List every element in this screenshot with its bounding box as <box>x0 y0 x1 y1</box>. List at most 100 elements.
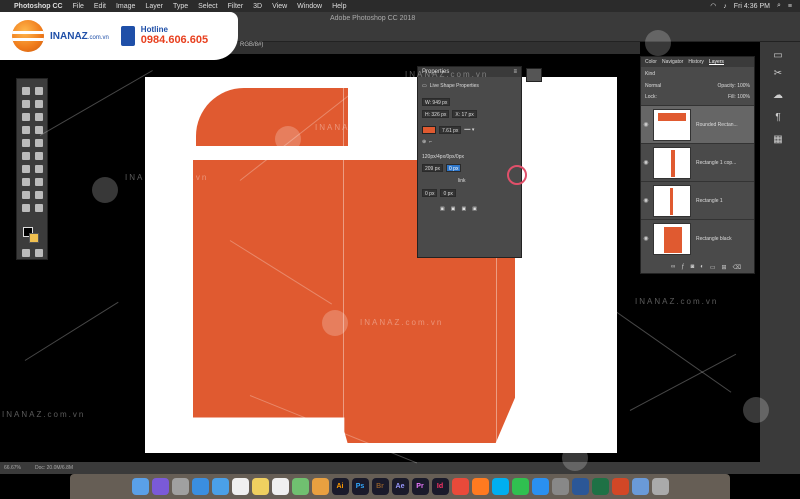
dock-pr-icon[interactable]: Pr <box>411 478 429 495</box>
lasso-tool-icon[interactable] <box>22 100 30 108</box>
visibility-eye-icon[interactable]: ◉ <box>641 121 651 128</box>
dock-safari-icon[interactable] <box>191 478 209 495</box>
menu-3d[interactable]: 3D <box>253 3 262 10</box>
quick-mask-icon[interactable] <box>22 249 30 257</box>
dock-ps-icon[interactable]: Ps <box>351 478 369 495</box>
dock-notes-icon[interactable] <box>251 478 269 495</box>
dock-chrome-icon[interactable] <box>451 478 469 495</box>
menu-list-icon[interactable]: ≡ <box>788 3 792 10</box>
blend-mode-dropdown[interactable]: Normal <box>645 83 661 89</box>
menu-image[interactable]: Image <box>116 3 135 10</box>
menu-file[interactable]: File <box>73 3 84 10</box>
opacity-field[interactable]: Opacity: 100% <box>717 83 750 89</box>
zoom-level[interactable]: 66.67% <box>4 465 21 471</box>
type-tool-icon[interactable] <box>35 178 43 186</box>
x-field[interactable]: X: 17 px <box>452 110 477 118</box>
link-radius-toggle[interactable]: link <box>458 178 466 184</box>
adjustment-icon[interactable]: ◐ <box>700 264 704 271</box>
layer-name[interactable]: Rounded Rectan... <box>696 122 738 128</box>
tab-layers[interactable]: Layers <box>708 59 724 65</box>
dock-mail-icon[interactable] <box>211 478 229 495</box>
trash-icon[interactable]: ⌫ <box>733 264 741 271</box>
styles-icon[interactable]: ▦ <box>770 134 786 146</box>
dock-photos-icon[interactable] <box>311 478 329 495</box>
history-icon[interactable]: ▭ <box>770 50 786 62</box>
magic-wand-icon[interactable] <box>35 100 43 108</box>
menu-help[interactable]: Help <box>332 3 346 10</box>
fill-color-swatch[interactable] <box>422 126 436 134</box>
screen-mode-icon[interactable] <box>35 249 43 257</box>
dock-settings-icon[interactable] <box>551 478 569 495</box>
paragraph-icon[interactable]: ¶ <box>770 112 786 124</box>
layer-name[interactable]: Rectangle 1 cop... <box>696 160 736 166</box>
menu-layer[interactable]: Layer <box>145 3 163 10</box>
subtract-shapes-icon[interactable]: ▣ <box>451 206 456 212</box>
link-layers-icon[interactable]: ∞ <box>671 264 675 271</box>
pen-tool-icon[interactable] <box>22 178 30 186</box>
dock-siri-icon[interactable] <box>151 478 169 495</box>
new-layer-icon[interactable]: ⊞ <box>722 264 727 271</box>
marquee-tool-icon[interactable] <box>35 87 43 95</box>
hand-tool-icon[interactable] <box>22 204 30 212</box>
dock-word-icon[interactable] <box>571 478 589 495</box>
background-color[interactable] <box>29 233 39 243</box>
visibility-eye-icon[interactable]: ◉ <box>641 159 651 166</box>
width-field[interactable]: W: 949 px <box>422 98 451 106</box>
dock-app-store-icon[interactable] <box>531 478 549 495</box>
mask-icon[interactable]: ◙ <box>691 264 695 271</box>
move-tool-icon[interactable] <box>22 87 30 95</box>
document-tab[interactable]: RGB/8#) <box>240 42 263 48</box>
dock-powerpoint-icon[interactable] <box>611 478 629 495</box>
healing-brush-icon[interactable] <box>22 126 30 134</box>
path-select-icon[interactable] <box>22 191 30 199</box>
eraser-tool-icon[interactable] <box>22 152 30 160</box>
stamp-tool-icon[interactable] <box>22 139 30 147</box>
folder-icon[interactable]: ▭ <box>710 264 716 271</box>
dock-launchpad-icon[interactable] <box>171 478 189 495</box>
dock-finder-icon[interactable] <box>131 478 149 495</box>
layer-row[interactable]: ◉ Rectangle 1 cop... <box>641 143 754 181</box>
intersect-shapes-icon[interactable]: ▣ <box>461 206 466 212</box>
dock-firefox-icon[interactable] <box>471 478 489 495</box>
gradient-tool-icon[interactable] <box>35 152 43 160</box>
crop-tool-icon[interactable] <box>22 113 30 121</box>
tools-icon[interactable]: ✂ <box>770 68 786 80</box>
blur-tool-icon[interactable] <box>22 165 30 173</box>
shape-tool-icon[interactable] <box>35 191 43 199</box>
fill-field[interactable]: Fill: 100% <box>728 94 750 100</box>
clock[interactable]: Fri 4:36 PM <box>734 3 770 10</box>
menu-view[interactable]: View <box>272 3 287 10</box>
filter-kind-dropdown[interactable]: Kind <box>645 71 655 77</box>
history-brush-icon[interactable] <box>35 139 43 147</box>
menu-filter[interactable]: Filter <box>228 3 244 10</box>
radius-top-right-field[interactable]: 0 px <box>446 164 462 172</box>
layer-name[interactable]: Rectangle black <box>696 236 732 242</box>
dock-skype-icon[interactable] <box>491 478 509 495</box>
dock-ae-icon[interactable]: Ae <box>391 478 409 495</box>
menu-edit[interactable]: Edit <box>94 3 106 10</box>
stroke-size-field[interactable]: 7.61 px <box>439 126 462 134</box>
dock-br-icon[interactable]: Br <box>371 478 389 495</box>
align-icon[interactable]: ⊕ <box>422 139 426 145</box>
dock-maps-icon[interactable] <box>291 478 309 495</box>
layer-name[interactable]: Rectangle 1 <box>696 198 723 204</box>
visibility-eye-icon[interactable]: ◉ <box>641 235 651 242</box>
stroke-style-dropdown[interactable]: ━━ ▾ <box>464 127 474 133</box>
search-icon[interactable]: ⌕ <box>777 2 781 10</box>
panel-menu-icon[interactable]: ≡ <box>513 69 517 75</box>
height-field[interactable]: H: 326 px <box>422 110 450 118</box>
eyedropper-icon[interactable] <box>35 113 43 121</box>
visibility-eye-icon[interactable]: ◉ <box>641 197 651 204</box>
volume-icon[interactable]: ♪ <box>723 3 727 10</box>
dock-id-icon[interactable]: Id <box>431 478 449 495</box>
dodge-tool-icon[interactable] <box>35 165 43 173</box>
radius-top-left-field[interactable]: 209 px <box>422 164 444 172</box>
radius-bottom-left-field[interactable]: 0 px <box>422 189 438 197</box>
tab-color[interactable]: Color <box>645 59 657 65</box>
tab-history[interactable]: History <box>688 59 704 65</box>
dock-messages-icon[interactable] <box>511 478 529 495</box>
menu-window[interactable]: Window <box>297 3 322 10</box>
radius-bottom-right-field[interactable]: 0 px <box>440 189 456 197</box>
dock-reminders-icon[interactable] <box>271 478 289 495</box>
layer-row[interactable]: ◉ Rectangle 1 <box>641 181 754 219</box>
